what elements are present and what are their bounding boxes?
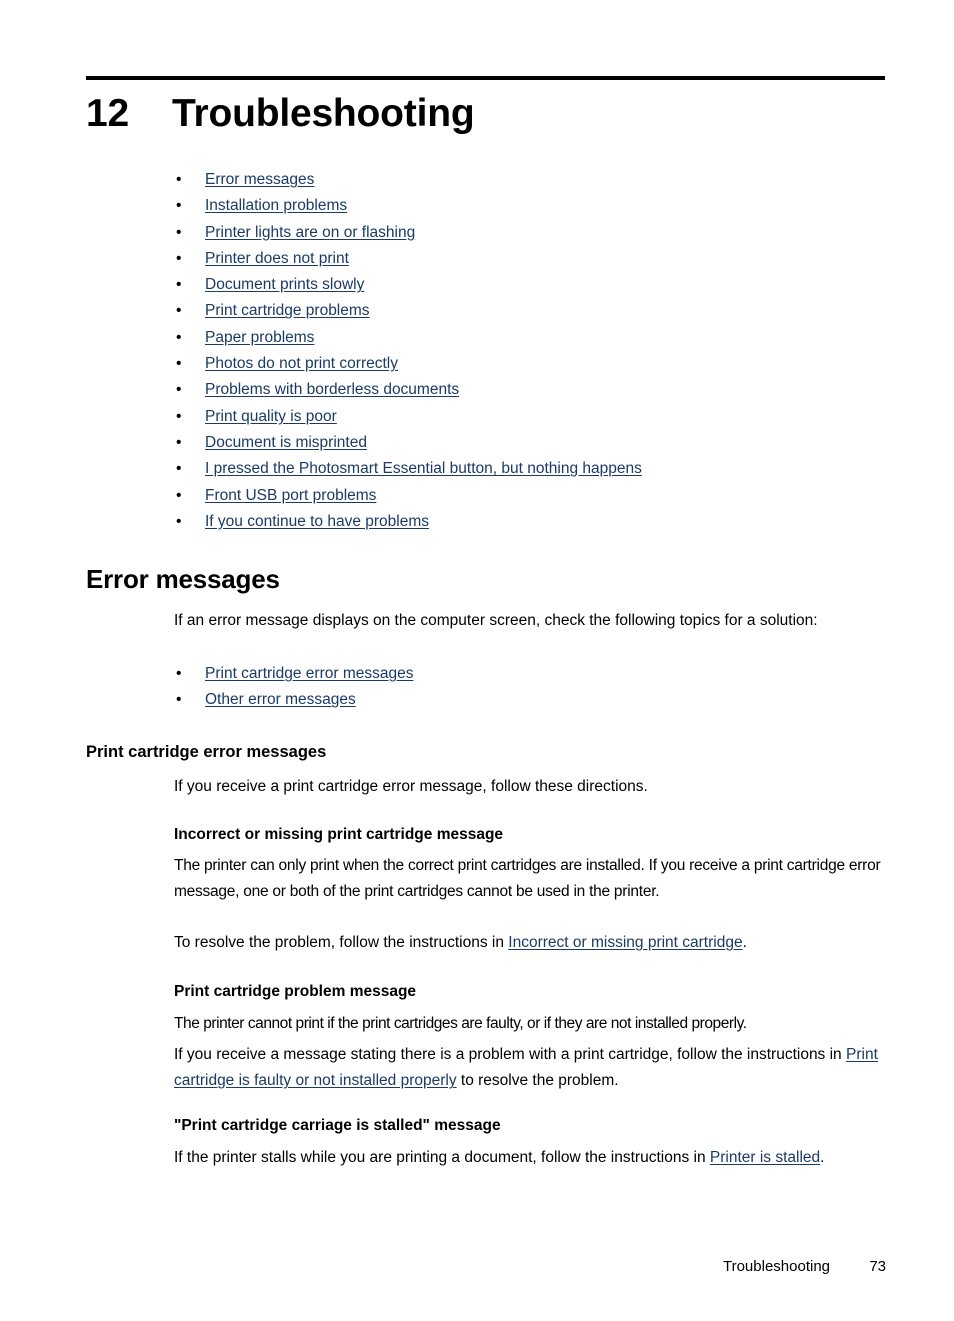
bullet-glyph: • [176,512,182,530]
error-messages-intro-paragraph: If an error message displays on the comp… [174,612,818,629]
heading-incorrect-or-missing-print-cartridge: Incorrect or missing print cartridge mes… [174,826,504,843]
document-page: 12 Troubleshooting • Error messages • Inst… [0,0,954,1321]
page-footer: Troubleshooting 73 [0,1257,886,1277]
paragraph-text-after: . [820,1149,825,1166]
paragraph-text-before: If the printer stalls while you are prin… [174,1149,710,1166]
list-item: • Print quality is poor [176,404,954,430]
toc-link-front-usb-port-problems[interactable]: Front USB port problems [205,487,376,504]
paragraph-text-after: to resolve the problem. [456,1072,619,1090]
toc-link-error-messages[interactable]: Error messages [205,171,314,188]
list-item: • I pressed the Photosmart Essential butt… [176,456,954,482]
bullet-glyph: • [176,276,182,294]
list-item: • Print cartridge error messages [176,661,954,687]
toc-link-document-prints-slowly[interactable]: Document prints slowly [205,276,364,293]
chapter-number: 12 [86,92,129,135]
bullet-glyph: • [176,407,182,425]
bullet-glyph: • [176,486,182,504]
bullet-glyph: • [176,171,182,188]
link-incorrect-or-missing-print-cartridge[interactable]: Incorrect or missing print cartridge [508,934,742,951]
toc-link-if-you-continue-to-have-problems[interactable]: If you continue to have problems [205,513,429,530]
bullet-glyph: • [176,197,182,215]
toc-link-problems-with-borderless-documents[interactable]: Problems with borderless documents [205,381,459,398]
error-messages-link-list: • Print cartridge error messages • Other e… [0,661,954,714]
bullet-glyph: • [176,691,182,709]
list-item: • Error messages [176,167,954,193]
list-item: • Printer does not print [176,246,954,272]
paragraph-text-before: If you receive a message stating there i… [174,1046,846,1063]
list-item: • Photos do not print correctly [176,351,954,377]
paragraph-text-after: . [742,934,747,951]
list-item: • If you continue to have problems [176,509,954,535]
problem-message-paragraph-1: The printer cannot print if the print ca… [174,1015,747,1032]
bullet-glyph: • [176,328,182,346]
toc-link-printer-does-not-print[interactable]: Printer does not print [205,250,349,267]
toc-link-print-cartridge-problems[interactable]: Print cartridge problems [205,302,370,319]
incorrect-or-missing-paragraph-2: To resolve the problem, follow the instr… [174,930,880,956]
bullet-glyph: • [176,355,182,373]
chapter-rule [86,76,885,80]
list-item: • Paper problems [176,325,954,351]
paragraph-text-before: To resolve the problem, follow the instr… [174,934,509,951]
footer-page-number: 73 [869,1258,886,1275]
toc-link-photosmart-essential-button[interactable]: I pressed the Photosmart Essential butto… [205,460,642,477]
bullet-glyph: • [176,381,182,399]
problem-message-paragraph-2: If you receive a message stating there i… [174,1042,880,1095]
chapter-heading: 12 Troubleshooting [86,90,886,138]
list-item: • Other error messages [176,687,954,713]
list-item: • Print cartridge problems [176,298,954,324]
list-item: • Installation problems [176,193,954,219]
footer-section-label: Troubleshooting [722,1258,830,1275]
toc-link-photos-do-not-print-correctly[interactable]: Photos do not print correctly [205,355,398,372]
bullet-glyph: • [176,665,182,682]
section-heading-error-messages: Error messages [86,564,280,594]
subsection-heading-print-cartridge-error-messages: Print cartridge error messages [86,743,327,761]
link-other-error-messages[interactable]: Other error messages [205,691,356,708]
list-item: • Problems with borderless documents [176,377,954,403]
toc-link-installation-problems[interactable]: Installation problems [205,197,347,214]
carriage-stalled-paragraph-1: If the printer stalls while you are prin… [174,1145,886,1171]
toc-link-document-is-misprinted[interactable]: Document is misprinted [205,434,367,451]
print-cartridge-error-messages-intro: If you receive a print cartridge error m… [174,778,648,795]
toc-link-printer-lights-on-or-flashing[interactable]: Printer lights are on or flashing [205,224,415,241]
bullet-glyph: • [176,460,182,478]
toc-link-paper-problems[interactable]: Paper problems [205,329,314,346]
link-printer-is-stalled[interactable]: Printer is stalled [710,1149,820,1166]
bullet-glyph: • [176,433,182,451]
list-item: • Front USB port problems [176,483,954,509]
chapter-toc-list: • Error messages • Installation problems •… [0,167,954,535]
bullet-glyph: • [176,302,182,320]
bullet-glyph: • [176,249,182,267]
toc-link-print-quality-is-poor[interactable]: Print quality is poor [205,408,337,425]
chapter-title: Troubleshooting [172,92,475,135]
link-print-cartridge-error-messages[interactable]: Print cartridge error messages [205,665,413,682]
bullet-glyph: • [176,223,182,241]
list-item: • Printer lights are on or flashing [176,220,954,246]
incorrect-or-missing-paragraph-1: The printer can only print when the corr… [174,857,881,901]
list-item: • Document is misprinted [176,430,954,456]
heading-print-cartridge-problem-message: Print cartridge problem message [174,983,417,1000]
list-item: • Document prints slowly [176,272,954,298]
heading-print-cartridge-carriage-is-stalled: "Print cartridge carriage is stalled" me… [174,1117,501,1134]
